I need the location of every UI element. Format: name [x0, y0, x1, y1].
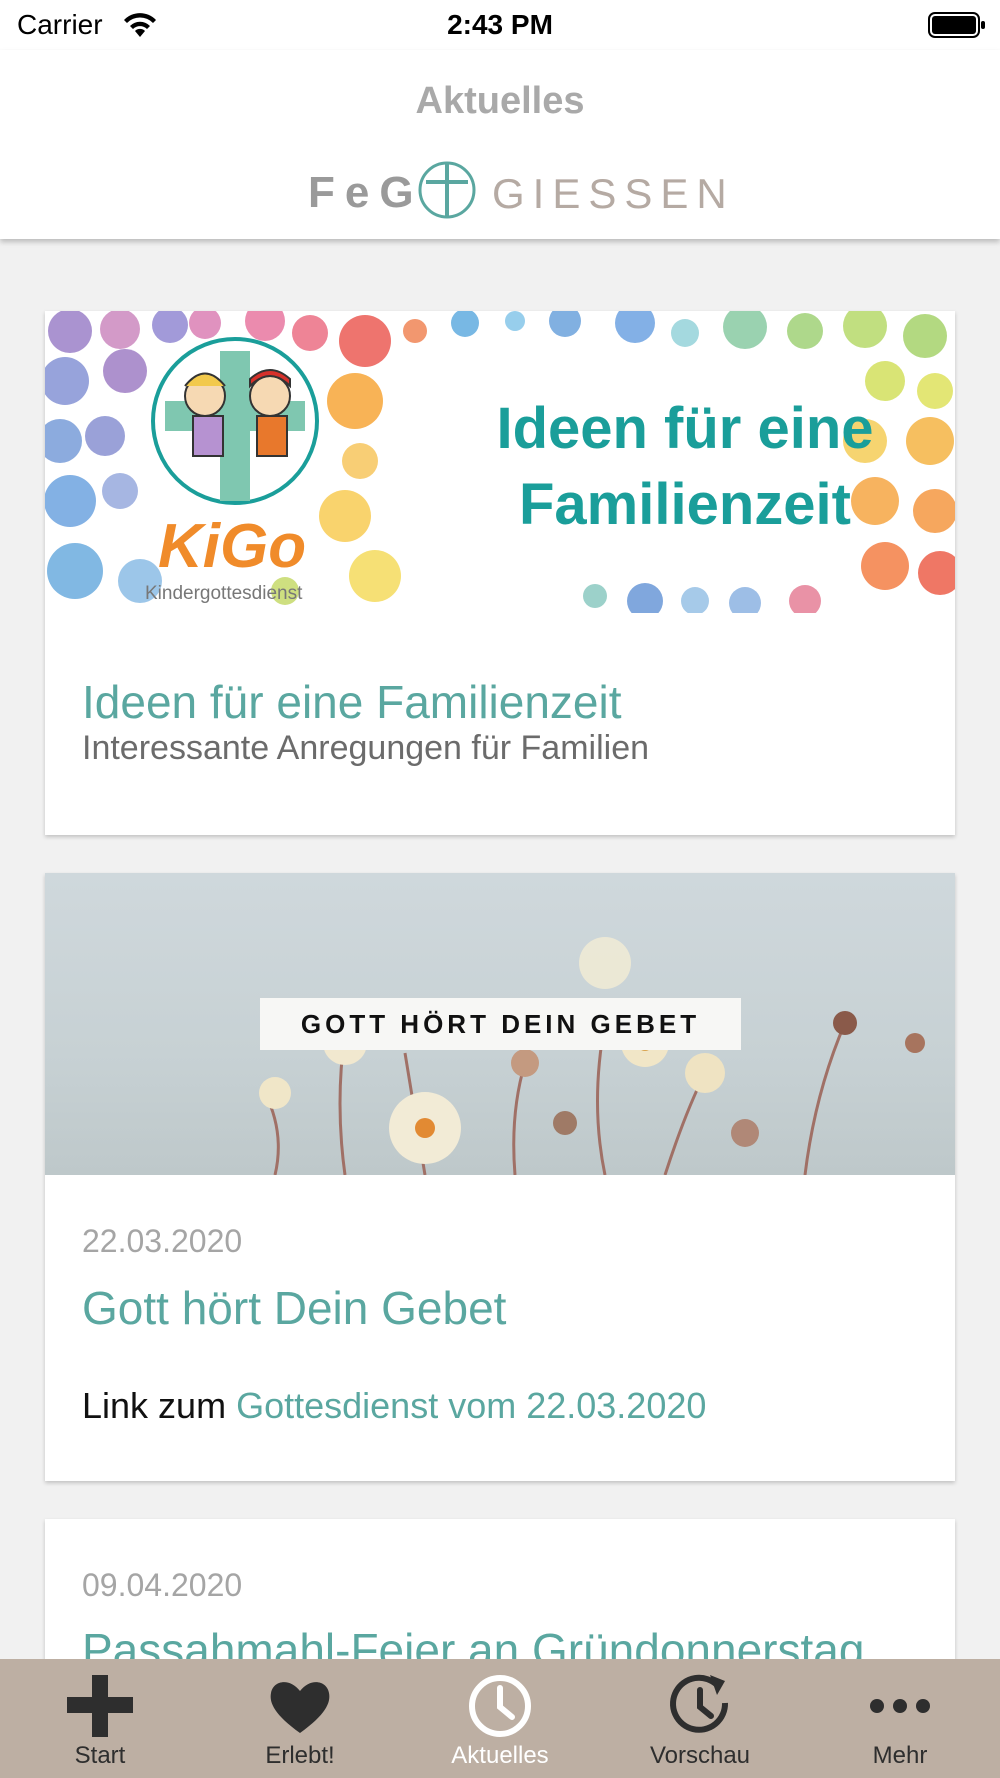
card-title[interactable]: Passahmahl-Feier an Gründonnerstag [82, 1623, 864, 1659]
tab-mehr[interactable]: Mehr [800, 1659, 1000, 1778]
clock-time: 2:43 PM [447, 9, 553, 40]
card-title[interactable]: Gott hört Dein Gebet [82, 1281, 506, 1335]
kigo-brand-subtitle: Kindergottesdienst [145, 583, 303, 604]
tab-label: Vorschau [649, 1742, 751, 1769]
link-prefix: Link zum [82, 1385, 227, 1426]
card-date: 09.04.2020 [82, 1567, 243, 1603]
tab-erlebt[interactable]: Erlebt! [200, 1659, 400, 1778]
card-title[interactable]: Ideen für eine Familienzeit [82, 675, 622, 729]
clock-icon [469, 1675, 531, 1737]
status-bar: Carrier 2:43 PM [0, 0, 1000, 50]
card-subtitle: Interessante Anregungen für Familien [82, 729, 650, 767]
tab-label: Aktuelles [451, 1742, 549, 1769]
tab-label: Erlebt! [265, 1742, 335, 1769]
card-date: 22.03.2020 [82, 1223, 243, 1259]
card-link-row: Link zum Gottesdienst vom 22.03.2020 [82, 1385, 706, 1427]
heart-icon [270, 1682, 330, 1733]
news-feed[interactable]: KiGo Kindergottesdienst Ideen für eine F… [0, 239, 1000, 1659]
banner-headline: Ideen für eine Familienzeit [415, 391, 955, 543]
kigo-brand: KiGo [158, 512, 307, 581]
tab-bar: Start Erlebt! Aktuelles Vorschau Mehr [0, 1659, 1000, 1778]
clock-forward-icon [670, 1674, 729, 1733]
gebet-banner-image: GOTT HÖRT DEIN GEBET [45, 873, 955, 1175]
battery-icon [928, 12, 985, 38]
tab-start[interactable]: Start [0, 1659, 200, 1778]
news-card[interactable]: GOTT HÖRT DEIN GEBET 22.03.2020 Gott hör… [45, 873, 955, 1481]
news-card[interactable]: 09.04.2020 Passahmahl-Feier an Gründonne… [45, 1519, 955, 1659]
tab-vorschau[interactable]: Vorschau [600, 1659, 800, 1778]
banner-headline-line1: Ideen für eine [496, 396, 874, 461]
more-dots-icon [870, 1699, 930, 1713]
banner-label: GOTT HÖRT DEIN GEBET [260, 998, 741, 1050]
tab-aktuelles[interactable]: Aktuelles [400, 1659, 600, 1778]
news-card[interactable]: KiGo Kindergottesdienst Ideen für eine F… [45, 311, 955, 835]
logo-feg-text: FeG [308, 168, 424, 217]
page-title: Aktuelles [415, 80, 585, 122]
gottesdienst-link[interactable]: Gottesdienst vom 22.03.2020 [236, 1385, 706, 1426]
cross-logo-icon [418, 161, 476, 219]
church-logo: FeG GIESSEN [0, 160, 1000, 226]
banner-headline-line2: Familienzeit [519, 472, 851, 537]
kigo-banner-image: KiGo Kindergottesdienst Ideen für eine F… [45, 311, 955, 613]
nav-header: Aktuelles FeG GIESSEN [0, 50, 1000, 239]
tab-label: Mehr [872, 1742, 928, 1769]
gamepad-icon [67, 1675, 133, 1737]
logo-giessen-text: GIESSEN [492, 170, 735, 217]
tab-label: Start [74, 1742, 126, 1769]
